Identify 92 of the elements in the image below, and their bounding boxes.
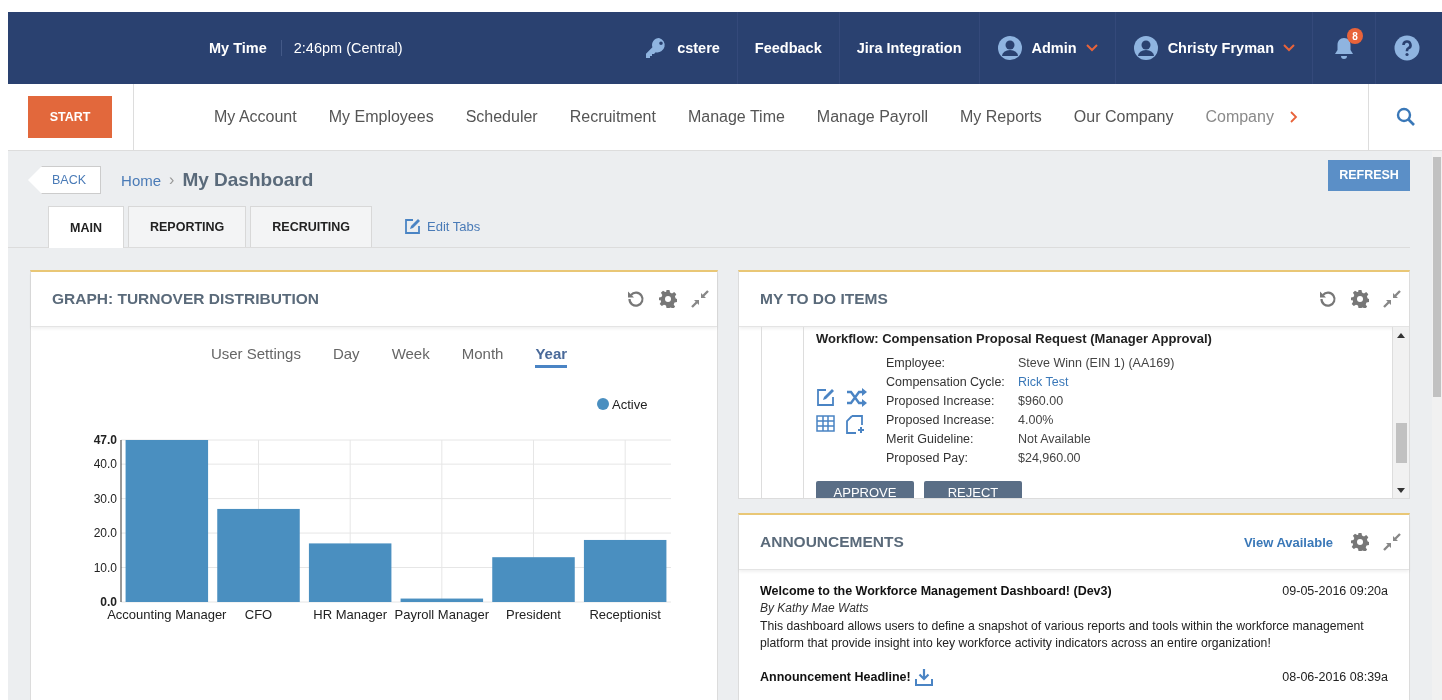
announcement-date: 08-06-2016 08:39a	[1282, 670, 1388, 684]
announcement-headline[interactable]: Announcement Headline!	[760, 670, 911, 684]
y-tick-label: 20.0	[93, 526, 117, 541]
field-value: Not Available	[1018, 431, 1092, 448]
dashboard-tab[interactable]: RECRUITING	[250, 206, 373, 247]
page-title: My Dashboard	[182, 169, 314, 191]
period-tab[interactable]: Year	[535, 345, 568, 368]
refresh-icon[interactable]	[1319, 290, 1337, 308]
field-value: $960.00	[1018, 393, 1065, 410]
nav-menu-item[interactable]: My Account	[198, 108, 313, 126]
edit-icon[interactable]	[816, 388, 835, 407]
settings-icon[interactable]	[1351, 533, 1369, 551]
shuffle-icon[interactable]	[846, 388, 867, 407]
workflow-title: Workflow: Compensation Proposal Request (Manager Approval)	[803, 327, 1392, 353]
x-category-label: CFO	[244, 607, 273, 622]
legend-label: Active	[612, 397, 648, 412]
edit-tabs-link[interactable]: Edit Tabs	[376, 206, 481, 247]
settings-icon[interactable]	[1351, 290, 1369, 308]
collapse-icon[interactable]	[1383, 290, 1401, 308]
scrollbar-thumb[interactable]	[1433, 157, 1441, 397]
period-tab[interactable]: Week	[391, 345, 430, 368]
settings-icon[interactable]	[659, 290, 677, 308]
scroll-down-icon[interactable]	[1397, 488, 1405, 493]
announcement-author: By Kathy Mae Watts	[760, 601, 870, 615]
scrollbar-thumb[interactable]	[1396, 423, 1407, 463]
collapse-icon[interactable]	[691, 290, 709, 308]
y-tick-label: 10.0	[93, 560, 117, 575]
field-label: Compensation Cycle:	[886, 374, 1006, 391]
period-tab[interactable]: Day	[332, 345, 360, 368]
dashboard-tab[interactable]: MAIN	[48, 206, 124, 248]
y-tick-label: 0.0	[100, 595, 117, 609]
field-value: 4.00%	[1018, 412, 1055, 429]
nav-menu-item[interactable]: Company	[1189, 108, 1280, 126]
chevron-right-icon	[1289, 111, 1298, 123]
x-category-label: Receptionist	[589, 607, 661, 622]
scroll-up-icon[interactable]	[1397, 333, 1405, 338]
field-link[interactable]: Rick Test	[1018, 373, 1175, 392]
edit-icon	[404, 218, 422, 235]
chevron-down-icon	[1283, 44, 1295, 52]
notification-count: 8	[1347, 28, 1363, 44]
y-tick-label: 47.0	[93, 433, 117, 447]
chart-legend: Active	[597, 397, 648, 412]
add-note-icon[interactable]	[846, 415, 865, 434]
x-category-label: Accounting Manager	[107, 607, 227, 622]
nav-menu-item[interactable]: My Reports	[944, 108, 1058, 126]
page-scrollbar[interactable]	[1432, 151, 1442, 700]
x-category-label: President	[506, 607, 561, 622]
announcement-date: 09-05-2016 09:20a	[1282, 584, 1388, 598]
download-icon[interactable]	[914, 668, 933, 686]
nav-menu-item[interactable]: My Employees	[312, 108, 450, 126]
announcement-headline[interactable]: Welcome to the Workforce Management Dashboard! (Dev3)	[760, 584, 1112, 598]
collapse-icon[interactable]	[1383, 533, 1401, 551]
field-value: Steve Winn (EIN 1) (AA169)	[1018, 355, 1175, 372]
announcement-text: This dashboard allows users to define a snapshot of various reports and tools within the workforce management platform that provide insight into key workforce activity indicators across an entire organization!	[760, 618, 1365, 652]
back-button[interactable]: BACK	[28, 166, 102, 194]
scrollbar[interactable]	[1393, 327, 1409, 498]
chevron-down-icon	[1085, 44, 1098, 52]
my-time-label: My Time	[209, 40, 282, 56]
x-category-label: HR Manager	[313, 607, 387, 622]
field-label: Merit Guideline:	[886, 431, 975, 448]
approve-button[interactable]: APPROVE	[816, 481, 914, 498]
breadcrumb-separator: ›	[169, 171, 175, 189]
user-avatar-icon	[1132, 35, 1159, 61]
widget-title: ANNOUNCEMENTS	[760, 533, 904, 551]
table-icon[interactable]	[816, 415, 835, 432]
field-value: $24,960.00	[1018, 450, 1082, 467]
widget-title: GRAPH: TURNOVER DISTRIBUTION	[52, 290, 319, 308]
user-avatar-icon	[996, 35, 1023, 61]
y-tick-label: 40.0	[93, 457, 117, 472]
nav-menu-item[interactable]: Recruitment	[553, 108, 672, 126]
widget-title: MY TO DO ITEMS	[760, 290, 888, 308]
dashboard-tab[interactable]: REPORTING	[127, 206, 247, 247]
nav-menu-item[interactable]: Manage Payroll	[800, 108, 945, 126]
refresh-icon[interactable]	[627, 290, 645, 308]
top-link[interactable]: cstere	[627, 12, 737, 84]
nav-menu-item[interactable]: Our Company	[1057, 108, 1190, 126]
field-label: Employee:	[886, 355, 947, 372]
current-time: 2:46pm (Central)	[292, 40, 403, 56]
field-label: Proposed Pay:	[886, 450, 969, 467]
nav-menu-item[interactable]: Manage Time	[671, 108, 801, 126]
view-available-link[interactable]: View Available	[1243, 534, 1333, 550]
breadcrumb-link[interactable]: Home	[121, 171, 162, 189]
search-icon	[1395, 107, 1416, 127]
x-category-label: Payroll Manager	[394, 607, 490, 622]
nav-menu-item[interactable]: Scheduler	[449, 108, 554, 126]
period-tab[interactable]: User Settings	[210, 345, 301, 368]
field-label: Proposed Increase:	[886, 412, 996, 429]
help-icon	[1394, 35, 1420, 61]
y-tick-label: 30.0	[93, 491, 117, 506]
field-label: Proposed Increase:	[886, 393, 996, 410]
period-tab[interactable]: Month	[461, 345, 504, 368]
reject-button[interactable]: REJECT	[924, 481, 1022, 498]
